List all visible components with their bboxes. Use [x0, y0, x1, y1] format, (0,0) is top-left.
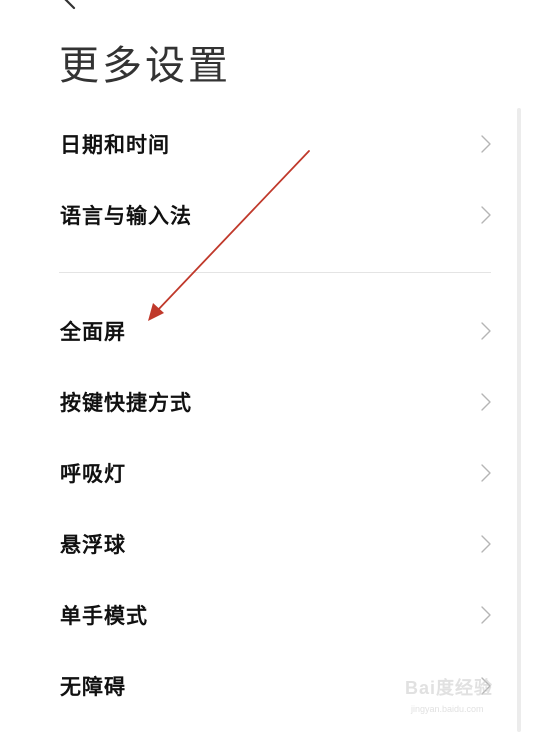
chevron-right-icon: [481, 534, 491, 553]
chevron-right-icon: [481, 463, 491, 482]
settings-item-breathing-light[interactable]: 呼吸灯: [0, 437, 535, 508]
settings-list: 日期和时间 语言与输入法 全面屏 按键快捷方式 呼吸灯 悬浮球 单手模式 无障碍: [0, 108, 535, 721]
settings-item-label: 呼吸灯: [60, 461, 126, 486]
settings-item-language-input[interactable]: 语言与输入法: [0, 179, 535, 250]
group-separator: [0, 250, 535, 295]
settings-item-date-time[interactable]: 日期和时间: [0, 108, 535, 179]
scrollbar[interactable]: [517, 108, 521, 732]
chevron-right-icon: [481, 392, 491, 411]
chevron-right-icon: [481, 321, 491, 340]
settings-item-full-screen[interactable]: 全面屏: [0, 295, 535, 366]
watermark-url: jingyan.baidu.com: [411, 704, 484, 714]
settings-item-label: 日期和时间: [60, 132, 170, 157]
watermark-logo: Bai度经验 jingyan.baidu.com: [405, 668, 515, 724]
chevron-right-icon: [481, 134, 491, 153]
settings-item-label: 无障碍: [60, 674, 126, 699]
page-title: 更多设置: [59, 43, 231, 89]
settings-item-button-shortcuts[interactable]: 按键快捷方式: [0, 366, 535, 437]
chevron-right-icon: [481, 605, 491, 624]
settings-item-label: 单手模式: [60, 603, 148, 628]
settings-item-one-hand-mode[interactable]: 单手模式: [0, 579, 535, 650]
settings-item-label: 按键快捷方式: [60, 390, 192, 415]
settings-item-floating-ball[interactable]: 悬浮球: [0, 508, 535, 579]
chevron-left-icon: [52, 0, 92, 10]
settings-item-label: 语言与输入法: [60, 203, 192, 228]
watermark-brand: Bai度经验: [405, 678, 494, 698]
settings-item-label: 全面屏: [60, 319, 126, 344]
settings-item-label: 悬浮球: [60, 532, 126, 557]
back-button[interactable]: [52, 0, 92, 10]
divider: [59, 272, 491, 273]
chevron-right-icon: [481, 205, 491, 224]
